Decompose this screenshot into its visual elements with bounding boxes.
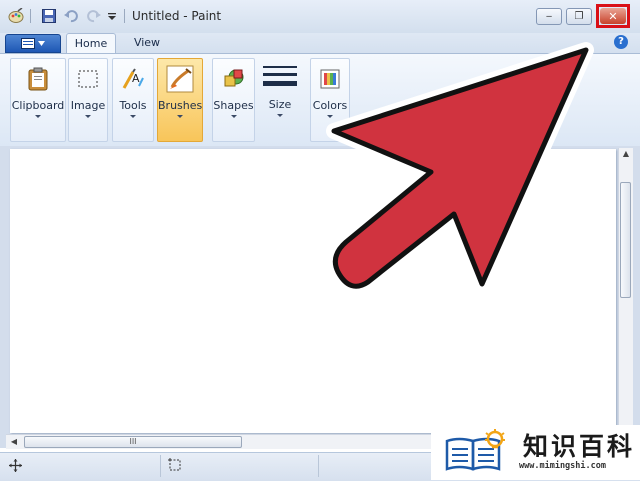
group-label-colors: Colors bbox=[312, 99, 348, 112]
horizontal-scroll-thumb[interactable]: III bbox=[24, 436, 242, 448]
ribbon-tab-row: Home View ? bbox=[0, 33, 640, 53]
chevron-down-icon bbox=[130, 115, 136, 118]
ribbon-group-shapes[interactable]: Shapes bbox=[212, 58, 255, 142]
undo-icon[interactable] bbox=[62, 7, 80, 25]
menu-icon bbox=[21, 38, 35, 49]
watermark-title: 知识百科 bbox=[523, 432, 636, 461]
chevron-down-icon bbox=[38, 41, 45, 46]
work-area: ▲ ◀ III bbox=[0, 146, 640, 449]
group-label-brushes: Brushes bbox=[158, 99, 203, 112]
redo-icon[interactable] bbox=[85, 7, 103, 25]
svg-text:A: A bbox=[132, 72, 140, 85]
chevron-down-icon bbox=[230, 115, 237, 118]
scroll-left-icon[interactable]: ◀ bbox=[8, 436, 20, 448]
group-label-size: Size bbox=[268, 98, 292, 111]
tools-icon: A bbox=[119, 65, 147, 93]
watermark-url: www.mimingshi.com bbox=[519, 461, 606, 471]
chevron-down-icon bbox=[85, 115, 91, 118]
line-size-icon bbox=[263, 64, 297, 92]
group-label-tools: Tools bbox=[119, 99, 147, 112]
help-icon[interactable]: ? bbox=[614, 35, 628, 49]
ribbon-group-tools[interactable]: A Tools bbox=[112, 58, 154, 142]
title-bar: Untitled - Paint ‒ ❐ ✕ bbox=[0, 0, 640, 34]
divider bbox=[27, 7, 33, 25]
brush-icon bbox=[166, 65, 194, 93]
clipboard-icon bbox=[24, 65, 52, 93]
chevron-down-icon bbox=[177, 115, 183, 118]
status-divider bbox=[318, 455, 319, 477]
tab-home[interactable]: Home bbox=[66, 33, 116, 53]
palette-icon bbox=[316, 65, 344, 93]
ribbon-group-clipboard[interactable]: Clipboard bbox=[10, 58, 66, 142]
cursor-position-icon bbox=[9, 459, 22, 475]
save-icon[interactable] bbox=[40, 7, 58, 25]
vertical-scroll-thumb[interactable] bbox=[620, 182, 631, 298]
paint-app-icon[interactable] bbox=[7, 7, 25, 25]
tab-view[interactable]: View bbox=[124, 33, 170, 53]
close-icon: ✕ bbox=[608, 9, 618, 23]
drawing-canvas[interactable] bbox=[10, 149, 616, 433]
ribbon-group-brushes[interactable]: Brushes bbox=[157, 58, 203, 142]
scroll-grip: III bbox=[129, 437, 137, 446]
group-label-clipboard: Clipboard bbox=[11, 99, 65, 112]
restore-icon: ❐ bbox=[574, 11, 584, 22]
minimize-button[interactable]: ‒ bbox=[536, 8, 562, 25]
shapes-icon bbox=[220, 65, 248, 93]
watermark: 知识百科 www.mimingshi.com bbox=[431, 425, 640, 480]
scroll-up-icon[interactable]: ▲ bbox=[620, 148, 632, 160]
ribbon: Clipboard Image A Tools Brushes Shapes S… bbox=[0, 53, 640, 147]
close-button[interactable]: ✕ bbox=[596, 4, 630, 28]
book-lightbulb-icon bbox=[445, 429, 505, 471]
group-label-shapes: Shapes bbox=[213, 99, 254, 112]
vertical-scrollbar[interactable]: ▲ bbox=[618, 148, 633, 434]
restore-button[interactable]: ❐ bbox=[566, 8, 592, 25]
select-rectangle-icon bbox=[74, 65, 102, 93]
chevron-down-icon bbox=[277, 114, 283, 117]
window-title: Untitled - Paint bbox=[132, 9, 222, 23]
customize-toolbar-icon[interactable] bbox=[106, 7, 118, 25]
chevron-down-icon bbox=[35, 115, 41, 118]
ribbon-group-colors[interactable]: Colors bbox=[310, 58, 350, 142]
divider bbox=[121, 7, 127, 25]
ribbon-group-size[interactable]: Size bbox=[258, 58, 302, 142]
group-label-image: Image bbox=[70, 99, 106, 112]
selection-size-icon bbox=[168, 458, 182, 475]
status-divider bbox=[160, 455, 161, 477]
ribbon-group-image[interactable]: Image bbox=[68, 58, 108, 142]
chevron-down-icon bbox=[327, 115, 333, 118]
paint-menu-button[interactable] bbox=[5, 34, 61, 53]
minimize-icon: ‒ bbox=[545, 11, 553, 22]
